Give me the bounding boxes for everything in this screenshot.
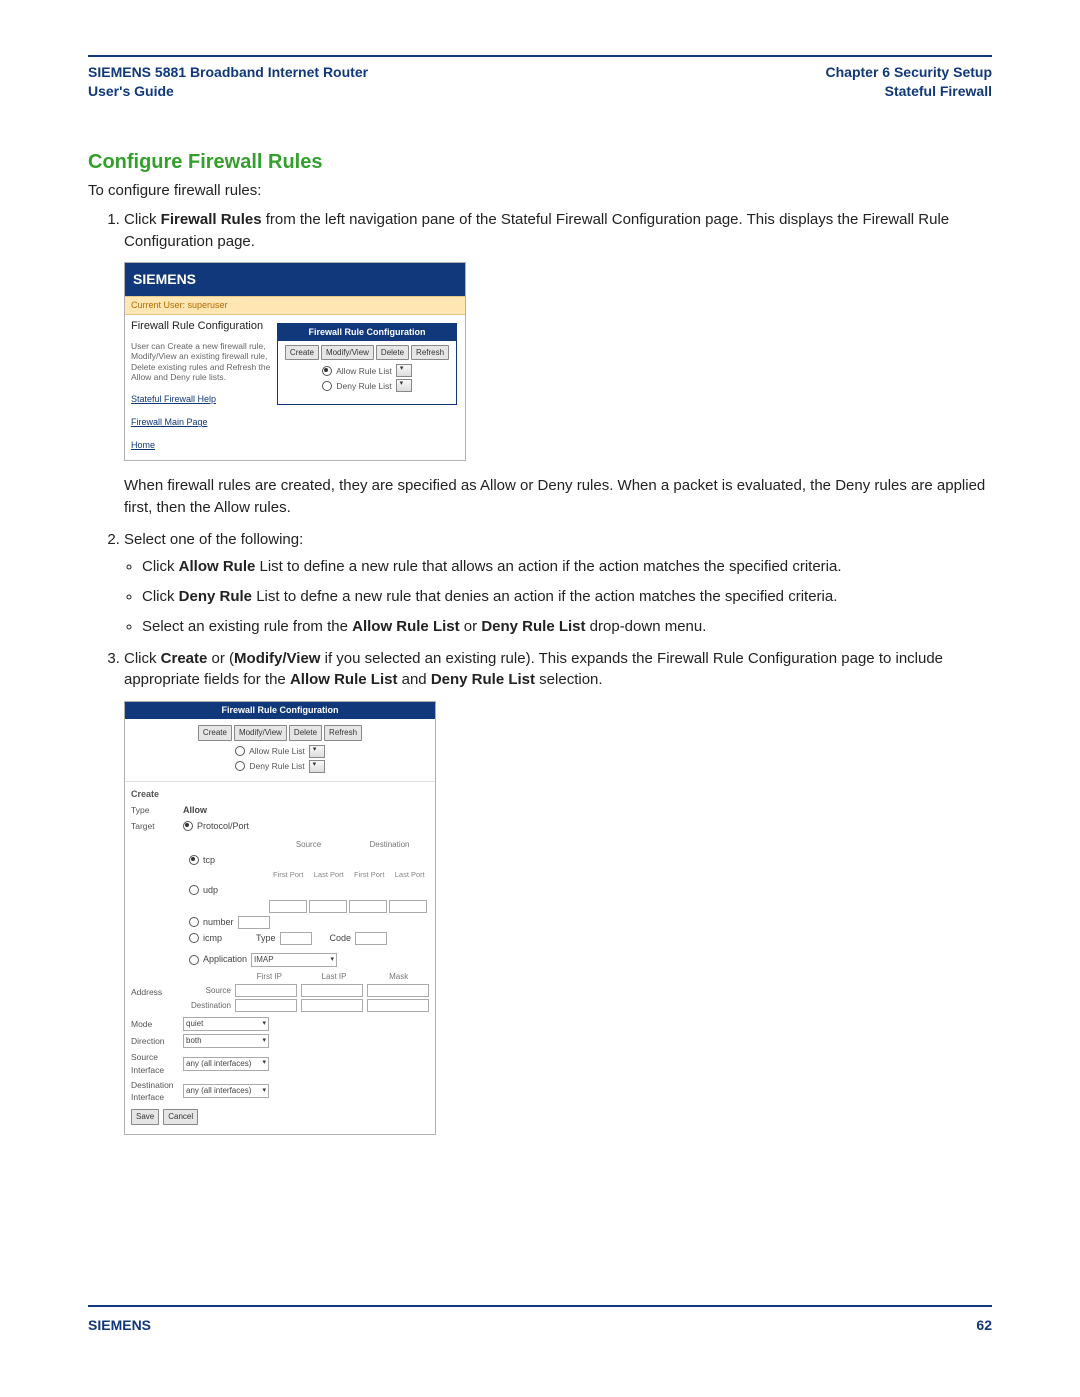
create-header: Create: [131, 788, 429, 801]
src-last-port-input[interactable]: [309, 900, 347, 913]
stateful-firewall-help-link[interactable]: Stateful Firewall Help: [131, 393, 271, 406]
screenshot-firewall-create-form: Firewall Rule Configuration Create Modif…: [124, 701, 436, 1135]
icmp-code-input[interactable]: [355, 932, 387, 945]
create-button[interactable]: Create: [198, 725, 232, 741]
step-2: Select one of the following: Click Allow…: [124, 529, 992, 638]
current-user-row: Current User: superuser: [125, 296, 465, 315]
header: SIEMENS 5881 Broadband Internet Router U…: [88, 57, 992, 111]
tcp-radio[interactable]: [189, 855, 199, 865]
direction-select[interactable]: both: [183, 1034, 269, 1048]
icmp-type-input[interactable]: [280, 932, 312, 945]
siemens-brand-bar: SIEMENS: [125, 263, 465, 295]
number-radio[interactable]: [189, 917, 199, 927]
left-pane-hint: User can Create a new firewall rule, Mod…: [131, 341, 271, 384]
firewall-rule-config-panel: Firewall Rule Configuration Create Modif…: [277, 323, 457, 406]
dst-last-ip-input[interactable]: [301, 999, 363, 1012]
delete-button[interactable]: Delete: [289, 725, 322, 741]
section-title-right: Stateful Firewall: [826, 82, 993, 101]
source-interface-select[interactable]: any (all interfaces): [183, 1057, 269, 1071]
step-1-after-text: When firewall rules are created, they ar…: [124, 475, 992, 519]
step-1: Click Firewall Rules from the left navig…: [124, 209, 992, 519]
left-pane-title: Firewall Rule Configuration: [131, 319, 271, 335]
src-last-ip-input[interactable]: [301, 984, 363, 997]
number-input[interactable]: [238, 916, 270, 929]
allow-rule-radio[interactable]: [235, 746, 245, 756]
footer-brand: SIEMENS: [88, 1317, 151, 1333]
modify-view-button[interactable]: Modify/View: [234, 725, 287, 741]
udp-radio[interactable]: [189, 885, 199, 895]
refresh-button[interactable]: Refresh: [411, 345, 449, 361]
deny-rule-radio[interactable]: [235, 761, 245, 771]
deny-rule-select[interactable]: [309, 760, 325, 773]
footer: SIEMENS 62: [88, 1311, 992, 1333]
page-title: Configure Firewall Rules: [88, 151, 992, 174]
refresh-button[interactable]: Refresh: [324, 725, 362, 741]
deny-rule-radio[interactable]: [322, 381, 332, 391]
application-select[interactable]: IMAP: [251, 953, 337, 967]
modify-view-button[interactable]: Modify/View: [321, 345, 374, 361]
src-first-ip-input[interactable]: [235, 984, 297, 997]
step-3: Click Create or (Modify/View if you sele…: [124, 648, 992, 1135]
src-mask-input[interactable]: [367, 984, 429, 997]
allow-rule-select[interactable]: [396, 364, 412, 377]
dst-mask-input[interactable]: [367, 999, 429, 1012]
firewall-main-page-link[interactable]: Firewall Main Page: [131, 416, 271, 429]
chapter-title: Chapter 6 Security Setup: [826, 63, 993, 82]
doc-title: User's Guide: [88, 82, 368, 101]
protocol-port-radio[interactable]: [183, 821, 193, 831]
src-first-port-input[interactable]: [269, 900, 307, 913]
product-title: SIEMENS 5881 Broadband Internet Router: [88, 63, 368, 82]
allow-rule-radio[interactable]: [322, 366, 332, 376]
mode-select[interactable]: quiet: [183, 1017, 269, 1031]
destination-interface-select[interactable]: any (all interfaces): [183, 1084, 269, 1098]
dst-first-port-input[interactable]: [349, 900, 387, 913]
intro-text: To configure firewall rules:: [88, 182, 992, 199]
create-button[interactable]: Create: [285, 345, 319, 361]
deny-rule-select[interactable]: [396, 379, 412, 392]
type-value: Allow: [183, 804, 207, 817]
save-button[interactable]: Save: [131, 1109, 159, 1125]
application-radio[interactable]: [189, 955, 199, 965]
allow-rule-select[interactable]: [309, 745, 325, 758]
screenshot-firewall-config-page: SIEMENS Current User: superuser Firewall…: [124, 262, 466, 461]
delete-button[interactable]: Delete: [376, 345, 409, 361]
dst-first-ip-input[interactable]: [235, 999, 297, 1012]
cancel-button[interactable]: Cancel: [163, 1109, 198, 1125]
dst-last-port-input[interactable]: [389, 900, 427, 913]
icmp-radio[interactable]: [189, 933, 199, 943]
page-number: 62: [976, 1317, 992, 1333]
home-link[interactable]: Home: [131, 439, 271, 452]
